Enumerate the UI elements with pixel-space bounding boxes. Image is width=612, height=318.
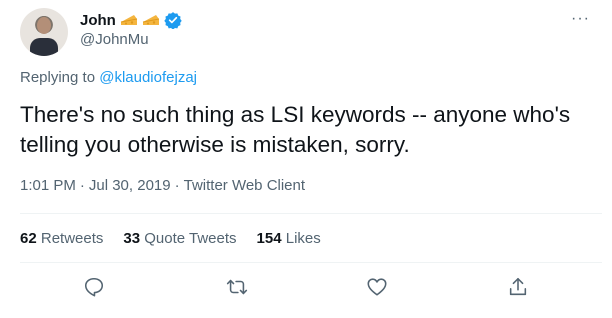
tweet-stats: 62 Retweets 33 Quote Tweets 154 Likes — [20, 230, 321, 247]
tweet-actions — [0, 276, 612, 300]
avatar-head — [37, 17, 51, 34]
likes-stat[interactable]: 154 Likes — [257, 230, 321, 247]
avatar[interactable] — [20, 8, 68, 56]
reply-icon — [84, 277, 104, 297]
avatar-shirt — [30, 38, 58, 56]
share-icon — [509, 277, 527, 296]
more-options-icon[interactable]: ··· — [571, 10, 590, 28]
replying-prefix: Replying to — [20, 69, 96, 86]
tweet-date[interactable]: Jul 30, 2019 — [89, 177, 171, 194]
retweets-label: Retweets — [40, 230, 104, 247]
replying-target-link[interactable]: @klaudiofejzaj — [99, 69, 197, 86]
divider — [20, 262, 602, 263]
reply-button[interactable] — [83, 276, 107, 300]
cheese-icon — [120, 15, 137, 25]
share-button[interactable] — [507, 276, 531, 300]
quote-tweets-count: 33 — [123, 230, 141, 247]
author-handle[interactable]: @JohnMu — [80, 31, 149, 48]
retweet-icon — [226, 279, 248, 295]
meta-separator: · — [79, 177, 85, 194]
tweet-time[interactable]: 1:01 PM — [20, 177, 76, 194]
meta-separator: · — [174, 177, 180, 194]
author-name[interactable]: John — [80, 12, 116, 29]
like-icon — [367, 278, 387, 296]
tweet-text: There's no such thing as LSI keywords --… — [20, 102, 571, 157]
retweet-button[interactable] — [226, 276, 250, 300]
retweets-stat[interactable]: 62 Retweets — [20, 230, 103, 247]
likes-label: Likes — [285, 230, 321, 247]
replying-to: Replying to @klaudiofejzaj — [20, 69, 197, 86]
divider — [20, 213, 602, 214]
likes-count: 154 — [256, 230, 282, 247]
like-button[interactable] — [366, 276, 390, 300]
tweet-meta: 1:01 PM · Jul 30, 2019 · Twitter Web Cli… — [20, 177, 305, 194]
tweet-client[interactable]: Twitter Web Client — [184, 177, 305, 194]
quote-tweets-label: Quote Tweets — [144, 230, 237, 247]
cheese-icon — [142, 15, 159, 25]
verified-icon — [164, 12, 182, 29]
quote-tweets-stat[interactable]: 33 Quote Tweets — [123, 230, 236, 247]
retweets-count: 62 — [20, 230, 37, 247]
author-name-row[interactable]: John — [80, 10, 182, 30]
